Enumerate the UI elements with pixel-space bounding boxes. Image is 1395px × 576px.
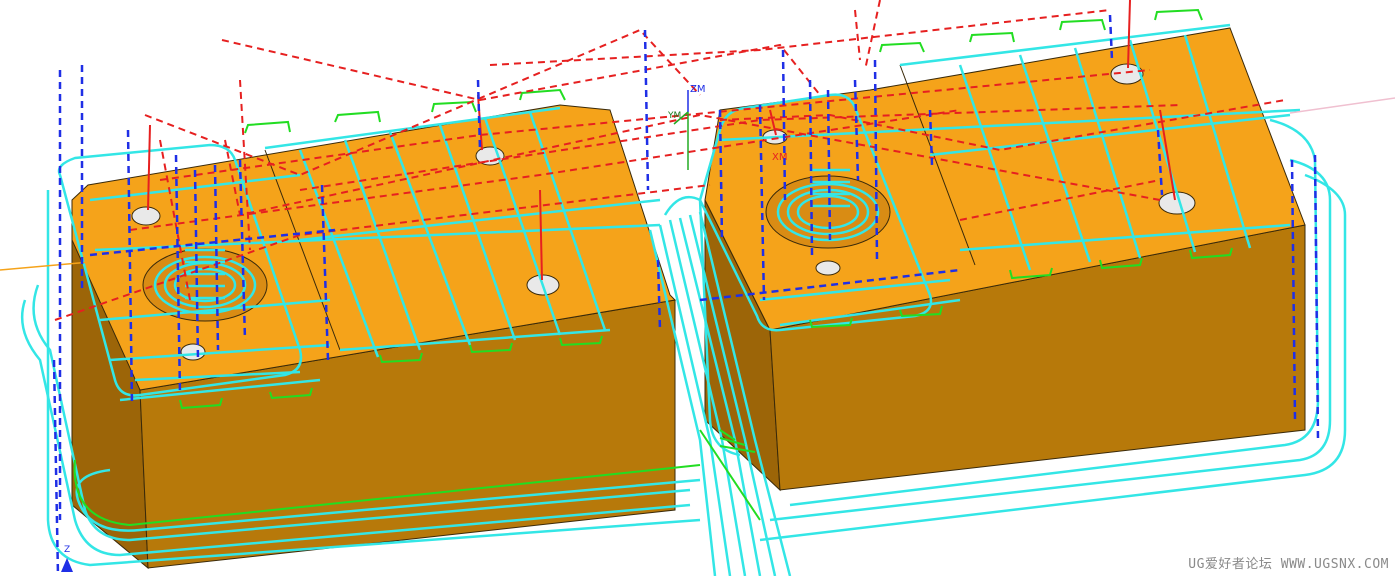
- engage-segment: [244, 120, 291, 134]
- engage-segment: [1059, 18, 1106, 31]
- engage-segment: [879, 41, 925, 53]
- rapid-move: [864, 0, 881, 71]
- engage-segment: [969, 31, 1015, 43]
- engage-segment: [334, 110, 381, 123]
- zm-axis-label: ZM: [690, 84, 705, 95]
- graphics-viewport[interactable]: ZM YM XM Z UG爱好者论坛 WWW.UGSNX.COM: [0, 0, 1395, 576]
- engage-segment: [1154, 8, 1203, 21]
- rapid-move: [489, 9, 1111, 66]
- lead-line: [1289, 97, 1395, 114]
- plunge-move: [643, 29, 650, 191]
- toolpath-scene[interactable]: ZM YM XM Z: [0, 0, 1395, 576]
- hole: [815, 260, 841, 276]
- rapid-move: [854, 9, 861, 61]
- ym-axis-label: YM: [667, 111, 681, 121]
- part-body-right[interactable]: [704, 27, 1306, 492]
- xm-axis-label: XM: [772, 152, 787, 163]
- z-origin-label: Z: [64, 545, 70, 555]
- hole: [131, 206, 161, 226]
- hole: [180, 343, 206, 361]
- forum-watermark: UG爱好者论坛 WWW.UGSNX.COM: [1188, 557, 1389, 572]
- rapid-move: [221, 39, 821, 102]
